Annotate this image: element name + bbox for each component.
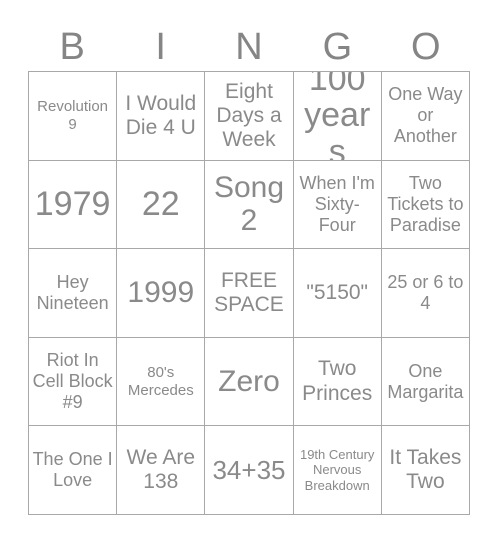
bingo-cell[interactable]: Two Princes: [293, 337, 382, 427]
bingo-cell[interactable]: When I'm Sixty-Four: [293, 160, 382, 250]
bingo-cell-label: We Are 138: [126, 446, 196, 494]
bingo-cell-label: 1999: [127, 276, 195, 310]
bingo-cell[interactable]: "5150": [293, 249, 382, 338]
bingo-cell-label: Two Tickets to Paradise: [387, 173, 464, 235]
bingo-cell-label: Two Princes: [302, 357, 373, 405]
header-letter-g: G: [322, 25, 353, 68]
bingo-cell[interactable]: 19th Century Nervous Breakdown: [293, 426, 382, 515]
bingo-cell[interactable]: One Way or Another: [381, 72, 470, 161]
bingo-cell[interactable]: 22: [117, 160, 206, 250]
bingo-cell[interactable]: Riot In Cell Block #9: [29, 337, 118, 427]
bingo-cell-free-space[interactable]: FREE SPACE: [205, 249, 294, 338]
bingo-cell[interactable]: Hey Nineteen: [29, 249, 118, 338]
bingo-cell-label: "5150": [306, 280, 369, 304]
bingo-grid: Revolution 9 I Would Die 4 U Eight Days a …: [28, 71, 470, 515]
bingo-cell-label: 80's Mercedes: [127, 363, 194, 399]
header-letter-b: B: [59, 25, 85, 68]
bingo-cell[interactable]: 25 or 6 to 4: [381, 249, 470, 338]
bingo-cell[interactable]: Song 2: [205, 160, 294, 250]
bingo-cell-label: I Would Die 4 U: [125, 91, 197, 139]
bingo-cell[interactable]: I Would Die 4 U: [117, 72, 206, 161]
bingo-cell-label: One Way or Another: [388, 84, 463, 147]
bingo-cell-label: The One I Love: [32, 449, 113, 491]
bingo-cell-label: Eight Days a Week: [216, 79, 282, 151]
bingo-cell-label: 34+35: [212, 454, 286, 485]
bingo-cell[interactable]: Eight Days a Week: [205, 72, 294, 161]
header-letter-i: I: [155, 25, 166, 68]
bingo-cell[interactable]: Two Tickets to Paradise: [381, 160, 470, 250]
bingo-cell-label: 100 years: [304, 72, 371, 161]
bingo-cell-label: It Takes Two: [389, 446, 462, 494]
header-letter-o: O: [411, 25, 441, 68]
bingo-cell[interactable]: 1979: [29, 160, 118, 250]
bingo-cell-label: FREE SPACE: [214, 268, 284, 316]
bingo-cell[interactable]: 34+35: [205, 426, 294, 515]
bingo-cell[interactable]: We Are 138: [117, 426, 206, 515]
bingo-cell[interactable]: 80's Mercedes: [117, 337, 206, 427]
bingo-cell[interactable]: It Takes Two: [381, 426, 470, 515]
header-letter-n: N: [235, 25, 263, 68]
bingo-cell[interactable]: The One I Love: [29, 426, 118, 515]
bingo-cell-label: 25 or 6 to 4: [387, 272, 464, 313]
bingo-cell-label: 19th Century Nervous Breakdown: [299, 446, 375, 493]
bingo-cell-label: 22: [141, 185, 180, 224]
bingo-cell[interactable]: 100 years: [293, 72, 382, 161]
bingo-cell-label: Hey Nineteen: [36, 272, 109, 313]
bingo-cell-label: One Margarita: [387, 360, 464, 402]
bingo-cell[interactable]: Zero: [205, 337, 294, 427]
bingo-header-row: B I N G O: [28, 22, 470, 71]
bingo-cell[interactable]: One Margarita: [381, 337, 470, 427]
bingo-cell-label: When I'm Sixty-Four: [299, 173, 375, 235]
bingo-card: B I N G O Revolution 9 I Would Die 4 U Eig…: [0, 0, 500, 544]
bingo-cell[interactable]: 1999: [117, 249, 206, 338]
bingo-cell[interactable]: Revolution 9: [29, 72, 118, 161]
bingo-cell-label: Riot In Cell Block #9: [32, 350, 113, 413]
bingo-cell-label: Revolution 9: [37, 98, 109, 133]
bingo-cell-label: Song 2: [213, 171, 285, 238]
bingo-cell-label: Zero: [218, 365, 280, 399]
bingo-cell-label: 1979: [34, 185, 111, 224]
